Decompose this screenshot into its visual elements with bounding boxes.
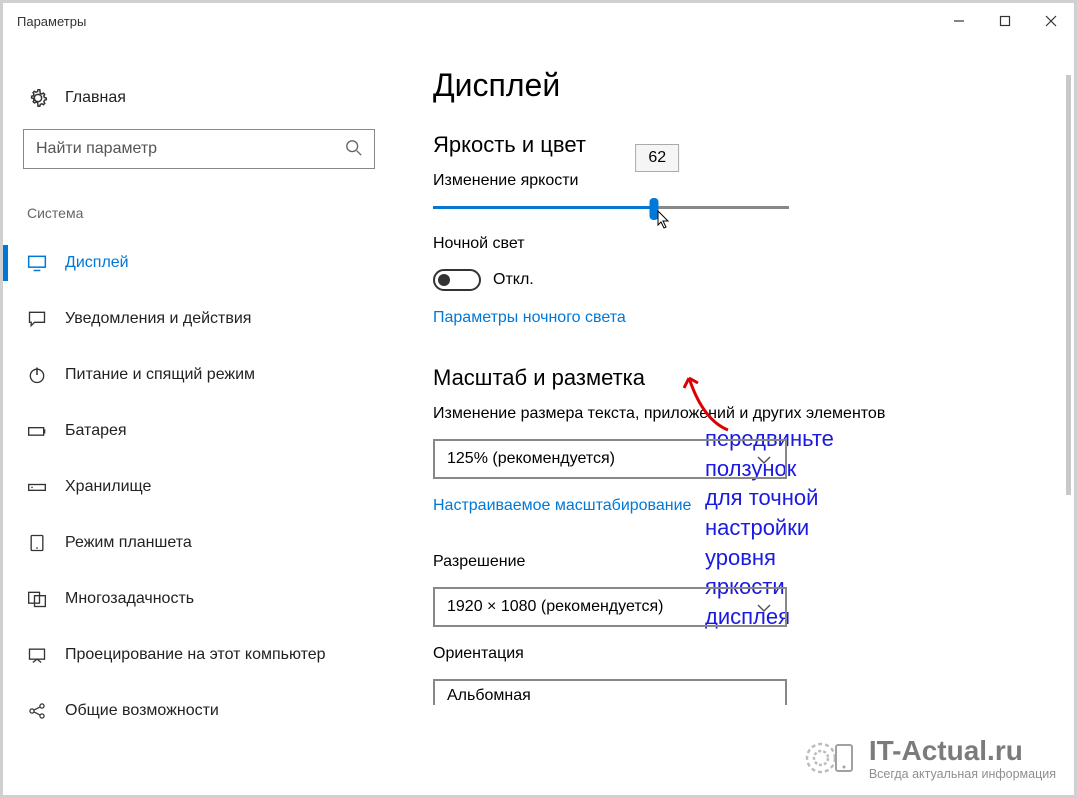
power-icon bbox=[27, 365, 47, 385]
watermark-logo-icon bbox=[803, 733, 863, 783]
nightlight-settings-link[interactable]: Параметры ночного света bbox=[433, 309, 626, 327]
brightness-slider[interactable]: 62 передвиньте ползунок для точной настр… bbox=[433, 206, 789, 209]
nav-label: Общие возможности bbox=[65, 702, 219, 720]
sidebar-item-tablet[interactable]: Режим планшета bbox=[23, 515, 403, 571]
cursor-icon bbox=[657, 210, 671, 230]
nightlight-toggle-row: Откл. bbox=[433, 269, 1074, 291]
section-label: Система bbox=[23, 205, 403, 221]
chevron-down-icon bbox=[757, 603, 771, 613]
gear-icon bbox=[27, 87, 49, 109]
project-icon bbox=[27, 645, 47, 665]
nav-label: Батарея bbox=[65, 422, 127, 440]
sidebar-item-battery[interactable]: Батарея bbox=[23, 403, 403, 459]
watermark-tagline: Всегда актуальная информация bbox=[869, 767, 1056, 781]
sidebar: Главная Система Дисплей Уведомления и де… bbox=[3, 39, 403, 795]
orientation-label: Ориентация bbox=[433, 645, 1074, 663]
slider-track bbox=[433, 206, 789, 209]
scale-dropdown[interactable]: 125% (рекомендуется) bbox=[433, 439, 787, 479]
battery-icon bbox=[27, 421, 47, 441]
message-icon bbox=[27, 309, 47, 329]
home-link[interactable]: Главная bbox=[23, 81, 403, 129]
minimize-button[interactable] bbox=[936, 5, 982, 37]
nav-label: Режим планшета bbox=[65, 534, 192, 552]
slider-fill bbox=[433, 206, 654, 209]
page-title: Дисплей bbox=[433, 67, 1074, 104]
nav-label: Многозадачность bbox=[65, 590, 194, 608]
window-title: Параметры bbox=[17, 14, 86, 29]
custom-scaling-link[interactable]: Настраиваемое масштабирование bbox=[433, 497, 691, 515]
search-input[interactable] bbox=[23, 129, 375, 169]
titlebar: Параметры bbox=[3, 3, 1074, 39]
nightlight-state: Откл. bbox=[493, 271, 534, 289]
sidebar-item-projecting[interactable]: Проецирование на этот компьютер bbox=[23, 627, 403, 683]
nav-label: Питание и спящий режим bbox=[65, 366, 255, 384]
brightness-section-title: Яркость и цвет bbox=[433, 132, 1074, 158]
search-icon bbox=[345, 139, 363, 157]
nav-label: Проецирование на этот компьютер bbox=[65, 646, 326, 664]
nightlight-label: Ночной свет bbox=[433, 235, 1074, 253]
scale-label: Изменение размера текста, приложений и д… bbox=[433, 405, 1074, 423]
nav-label: Хранилище bbox=[65, 478, 151, 496]
slider-tooltip: 62 bbox=[635, 144, 679, 172]
toggle-knob bbox=[438, 274, 450, 286]
close-button[interactable] bbox=[1028, 5, 1074, 37]
storage-icon bbox=[27, 477, 47, 497]
share-icon bbox=[27, 701, 47, 721]
home-label: Главная bbox=[65, 89, 126, 107]
window-controls bbox=[936, 5, 1074, 37]
sidebar-item-notifications[interactable]: Уведомления и действия bbox=[23, 291, 403, 347]
sidebar-item-multitask[interactable]: Многозадачность bbox=[23, 571, 403, 627]
orientation-dropdown[interactable]: Альбомная bbox=[433, 679, 787, 705]
close-icon bbox=[1045, 15, 1057, 27]
watermark: IT-Actual.ru Всегда актуальная информаци… bbox=[803, 733, 1056, 783]
sidebar-item-display[interactable]: Дисплей bbox=[23, 235, 403, 291]
tablet-icon bbox=[27, 533, 47, 553]
scale-value: 125% (рекомендуется) bbox=[447, 450, 615, 468]
scrollbar[interactable] bbox=[1066, 75, 1071, 495]
monitor-icon bbox=[27, 253, 47, 273]
minimize-icon bbox=[953, 15, 965, 27]
nav-list: Дисплей Уведомления и действия Питание и… bbox=[23, 235, 403, 739]
sidebar-item-storage[interactable]: Хранилище bbox=[23, 459, 403, 515]
watermark-brand: IT-Actual.ru bbox=[869, 735, 1056, 767]
nav-label: Дисплей bbox=[65, 254, 129, 272]
nightlight-toggle[interactable] bbox=[433, 269, 481, 291]
sidebar-item-shared[interactable]: Общие возможности bbox=[23, 683, 403, 739]
main-content: Дисплей Яркость и цвет Изменение яркости… bbox=[403, 39, 1074, 795]
nav-label: Уведомления и действия bbox=[65, 310, 251, 328]
maximize-icon bbox=[999, 15, 1011, 27]
search-wrap bbox=[23, 129, 375, 169]
multitask-icon bbox=[27, 589, 47, 609]
orientation-value: Альбомная bbox=[447, 687, 531, 704]
resolution-value: 1920 × 1080 (рекомендуется) bbox=[447, 598, 663, 616]
resolution-dropdown[interactable]: 1920 × 1080 (рекомендуется) bbox=[433, 587, 787, 627]
brightness-label: Изменение яркости bbox=[433, 172, 1074, 190]
maximize-button[interactable] bbox=[982, 5, 1028, 37]
sidebar-item-power[interactable]: Питание и спящий режим bbox=[23, 347, 403, 403]
scale-section-title: Масштаб и разметка bbox=[433, 365, 1074, 391]
chevron-down-icon bbox=[757, 455, 771, 465]
